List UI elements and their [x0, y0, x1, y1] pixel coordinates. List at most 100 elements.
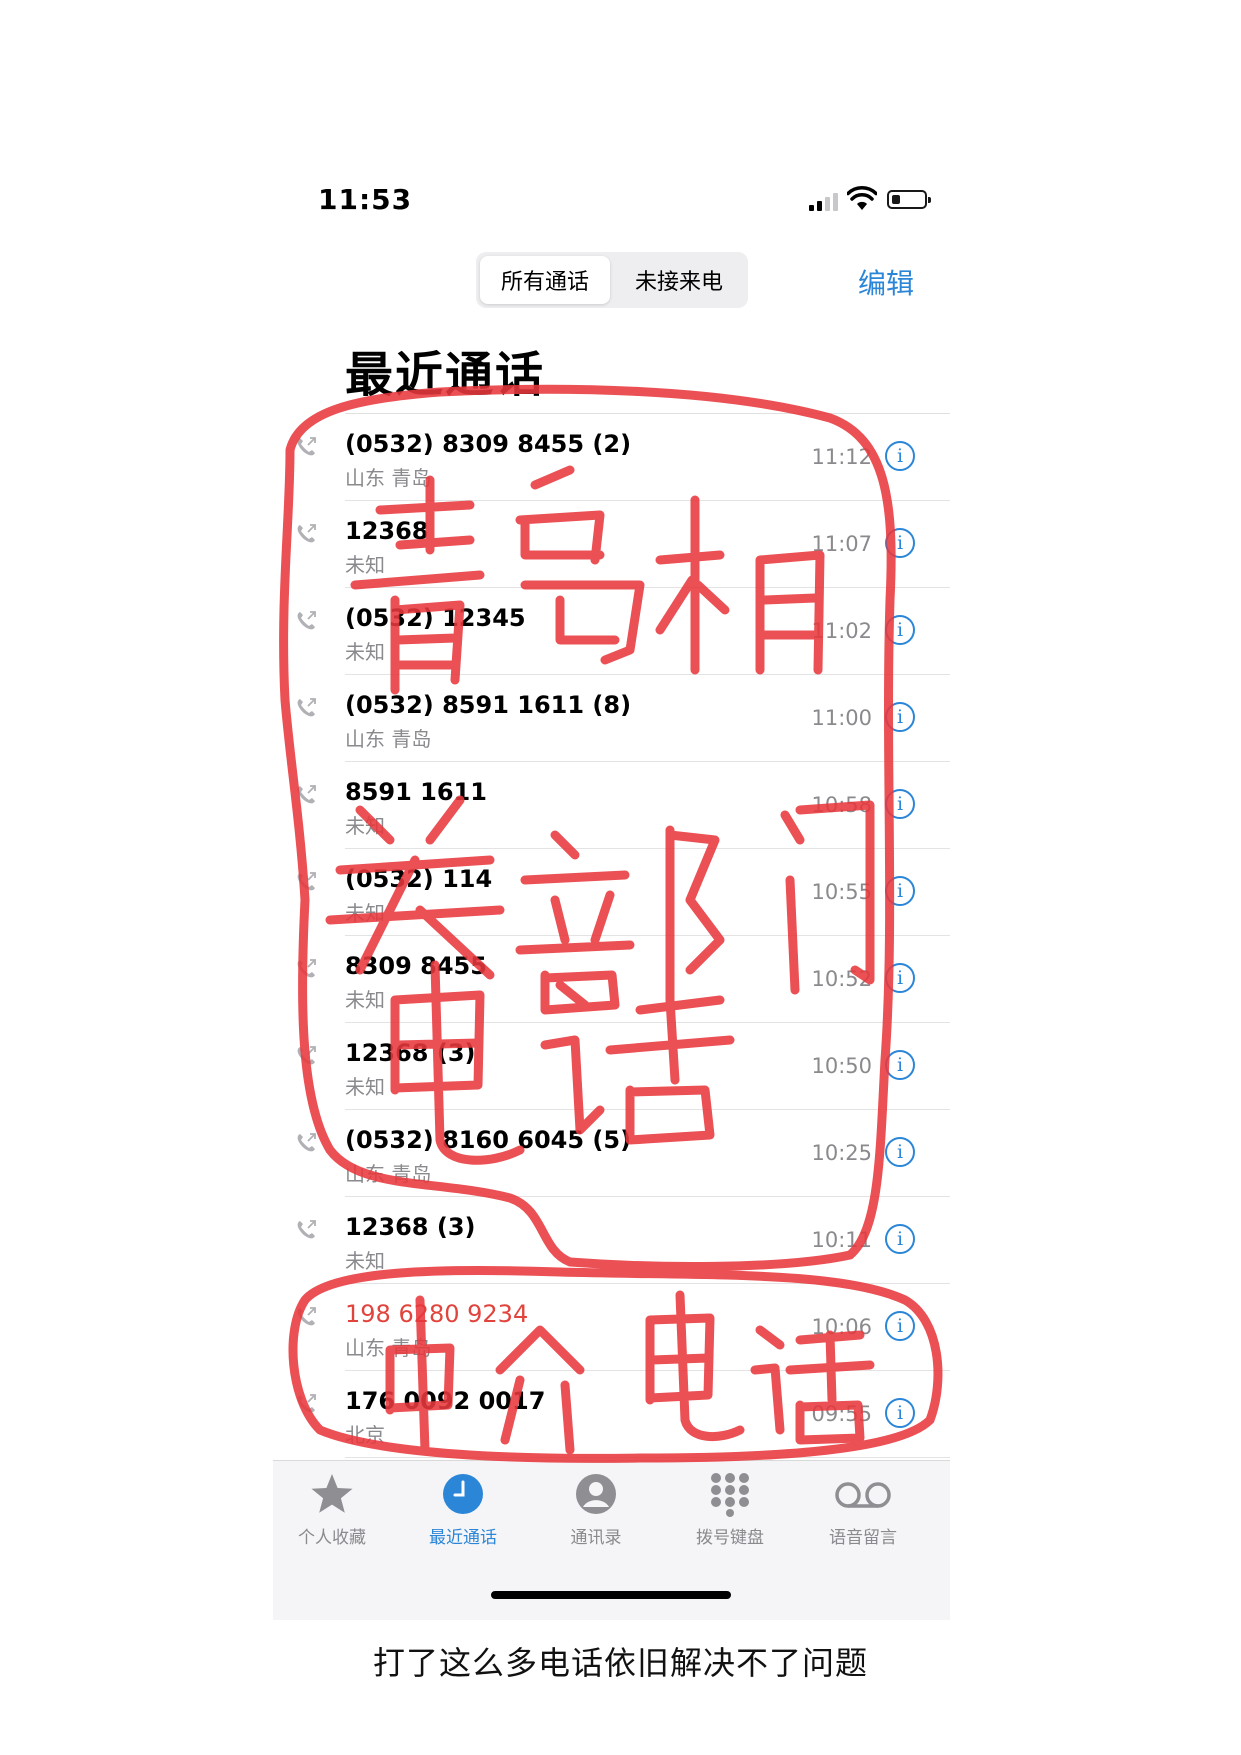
- call-number: 8309 8455: [345, 952, 487, 980]
- call-row[interactable]: (0532) 8309 8455 (2) 山东 青岛 11:12 i: [273, 414, 950, 501]
- outgoing-call-icon: [297, 785, 316, 804]
- outgoing-call-icon: [297, 524, 316, 543]
- call-number: (0532) 114: [345, 865, 493, 893]
- call-location: 山东 青岛: [345, 1162, 432, 1186]
- call-location: 北京: [345, 1423, 385, 1447]
- edit-button[interactable]: 编辑: [858, 262, 914, 302]
- tab-label: 通讯录: [570, 1528, 622, 1548]
- call-location: 山东 青岛: [345, 727, 432, 751]
- clock-icon: [443, 1474, 483, 1514]
- segment-all-calls[interactable]: 所有通话: [480, 256, 610, 304]
- info-icon[interactable]: i: [885, 441, 915, 471]
- outgoing-call-icon: [297, 611, 316, 630]
- call-row[interactable]: 8591 1611 未知 10:58 i: [273, 762, 950, 849]
- call-row[interactable]: 198 6280 9234 山东 青岛 10:06 i: [273, 1284, 950, 1371]
- info-icon[interactable]: i: [885, 702, 915, 732]
- segment-missed-calls[interactable]: 未接来电: [614, 256, 744, 304]
- call-number: (0532) 8160 6045 (5): [345, 1126, 632, 1154]
- call-row[interactable]: 12368 (3) 未知 10:11 i: [273, 1197, 950, 1284]
- info-icon[interactable]: i: [885, 1398, 915, 1428]
- info-icon[interactable]: i: [885, 1050, 915, 1080]
- contact-icon: [576, 1474, 616, 1514]
- outgoing-call-icon: [297, 1046, 316, 1065]
- tab-label: 个人收藏: [298, 1528, 366, 1548]
- tab-bar: 个人收藏 最近通话 通讯录 拨号键盘 语音留言: [273, 1460, 950, 1620]
- info-icon[interactable]: i: [885, 963, 915, 993]
- tab-label: 语音留言: [829, 1528, 897, 1548]
- home-indicator[interactable]: [491, 1591, 731, 1599]
- call-row[interactable]: (0532) 8160 6045 (5) 山东 青岛 10:25 i: [273, 1110, 950, 1197]
- info-icon[interactable]: i: [885, 1224, 915, 1254]
- tab-label: 拨号键盘: [696, 1528, 764, 1548]
- tab-keypad[interactable]: 拨号键盘: [675, 1471, 785, 1548]
- outgoing-call-icon: [297, 872, 316, 891]
- call-number: (0532) 8309 8455 (2): [345, 430, 632, 458]
- call-row[interactable]: (0532) 8591 1611 (8) 山东 青岛 11:00 i: [273, 675, 950, 762]
- info-icon[interactable]: i: [885, 789, 915, 819]
- call-location: 未知: [345, 1249, 385, 1273]
- call-number: 176 0092 0017: [345, 1387, 546, 1415]
- info-icon[interactable]: i: [885, 876, 915, 906]
- call-number: 12368 (3): [345, 1039, 476, 1067]
- info-icon[interactable]: i: [885, 1311, 915, 1341]
- call-filter-segmented-control[interactable]: 所有通话 未接来电: [476, 252, 748, 308]
- call-time: 10:55: [811, 880, 872, 904]
- call-number: 198 6280 9234: [345, 1300, 529, 1328]
- caption: 打了这么多电话依旧解决不了问题: [372, 1644, 868, 1682]
- call-row[interactable]: (0532) 12345 未知 11:02 i: [273, 588, 950, 675]
- star-icon: [311, 1474, 353, 1513]
- outgoing-call-icon: [297, 1307, 316, 1326]
- status-time: 11:53: [318, 183, 413, 216]
- outgoing-call-icon: [297, 437, 316, 456]
- call-time: 11:00: [811, 706, 872, 730]
- call-location: 未知: [345, 901, 385, 925]
- call-number: 12368 (3): [345, 1213, 476, 1241]
- outgoing-call-icon: [297, 1133, 316, 1152]
- info-icon[interactable]: i: [885, 1137, 915, 1167]
- voicemail-icon: [835, 1482, 891, 1508]
- call-row[interactable]: 176 0092 0017 北京 09:55 i: [273, 1371, 950, 1458]
- info-icon[interactable]: i: [885, 528, 915, 558]
- call-time: 10:58: [811, 793, 872, 817]
- tab-recents[interactable]: 最近通话: [408, 1471, 518, 1548]
- call-number: 8591 1611: [345, 778, 487, 806]
- call-location: 山东 青岛: [345, 466, 432, 490]
- call-time: 11:02: [811, 619, 872, 643]
- call-location: 未知: [345, 814, 385, 838]
- call-number: 12368: [345, 517, 429, 545]
- call-row[interactable]: (0532) 114 未知 10:55 i: [273, 849, 950, 936]
- call-time: 10:06: [811, 1315, 872, 1339]
- call-location: 未知: [345, 988, 385, 1012]
- phone-screen: 11:53 所有通话 未接来电 编辑 最近通话 (0532) 8309 8455…: [273, 0, 950, 1620]
- call-time: 11:12: [811, 445, 872, 469]
- call-number: (0532) 8591 1611 (8): [345, 691, 632, 719]
- call-location: 未知: [345, 553, 385, 577]
- call-location: 未知: [345, 640, 385, 664]
- call-row[interactable]: 12368 未知 11:07 i: [273, 501, 950, 588]
- keypad-icon: [711, 1473, 749, 1517]
- cellular-signal-icon: [809, 193, 841, 211]
- page-title: 最近通话: [345, 347, 546, 403]
- call-location: 未知: [345, 1075, 385, 1099]
- info-icon[interactable]: i: [885, 615, 915, 645]
- call-time: 09:55: [811, 1402, 872, 1426]
- tab-contacts[interactable]: 通讯录: [541, 1471, 651, 1548]
- outgoing-call-icon: [297, 1220, 316, 1239]
- wifi-icon: [847, 186, 877, 210]
- tab-voicemail[interactable]: 语音留言: [808, 1471, 918, 1548]
- outgoing-call-icon: [297, 1394, 316, 1413]
- tab-favorites[interactable]: 个人收藏: [277, 1471, 387, 1548]
- call-number: (0532) 12345: [345, 604, 526, 632]
- outgoing-call-icon: [297, 959, 316, 978]
- call-location: 山东 青岛: [345, 1336, 432, 1360]
- recent-calls-list: (0532) 8309 8455 (2) 山东 青岛 11:12 i 12368 未知 11…: [273, 414, 950, 1458]
- call-row[interactable]: 12368 (3) 未知 10:50 i: [273, 1023, 950, 1110]
- call-time: 10:25: [811, 1141, 872, 1165]
- call-time: 11:07: [811, 532, 872, 556]
- tab-label: 最近通话: [429, 1528, 497, 1548]
- outgoing-call-icon: [297, 698, 316, 717]
- call-row[interactable]: 8309 8455 未知 10:52 i: [273, 936, 950, 1023]
- battery-icon: [887, 190, 931, 209]
- call-time: 10:50: [811, 1054, 872, 1078]
- call-time: 10:52: [811, 967, 872, 991]
